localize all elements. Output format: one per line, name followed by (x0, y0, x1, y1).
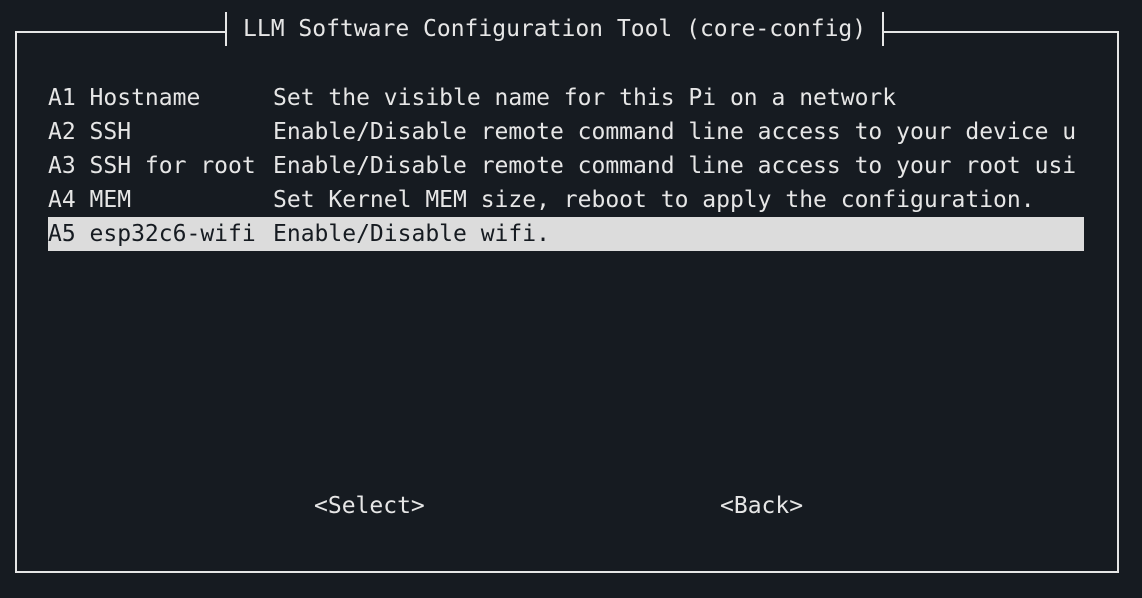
select-button[interactable]: <Select> (314, 489, 425, 523)
menu-item-hostname[interactable]: A1 Hostname Set the visible name for thi… (48, 81, 1084, 115)
menu-list: A1 Hostname Set the visible name for thi… (48, 81, 1084, 251)
menu-item-description: Enable/Disable remote command line acces… (273, 119, 1077, 145)
menu-item-ssh[interactable]: A2 SSH Enable/Disable remote command lin… (48, 115, 1084, 149)
back-button[interactable]: <Back> (720, 489, 803, 523)
menu-item-esp32c6-wifi[interactable]: A5 esp32c6-wifi Enable/Disable wifi. (48, 217, 1084, 251)
menu-item-tag: A5 esp32c6-wifi (48, 221, 256, 247)
menu-item-mem[interactable]: A4 MEM Set Kernel MEM size, reboot to ap… (48, 183, 1084, 217)
menu-item-tag: A4 MEM (48, 187, 132, 213)
menu-item-tag: A2 SSH (48, 119, 132, 145)
title-right-bar (882, 12, 885, 46)
menu-item-description: Enable/Disable remote command line acces… (273, 153, 1077, 179)
menu-item-description: Enable/Disable wifi. (273, 221, 550, 247)
dialog-title-box: LLM Software Configuration Tool (core-co… (225, 12, 885, 46)
menu-item-tag: A1 Hostname (48, 85, 201, 111)
menu-item-description: Set the visible name for this Pi on a ne… (273, 85, 897, 111)
menu-item-ssh-root[interactable]: A3 SSH for root Enable/Disable remote co… (48, 149, 1084, 183)
title-left-bar (225, 12, 227, 46)
menu-item-tag: A3 SSH for root (48, 153, 256, 179)
menu-item-description: Set Kernel MEM size, reboot to apply the… (273, 187, 1035, 213)
dialog-title: LLM Software Configuration Tool (core-co… (243, 16, 867, 42)
